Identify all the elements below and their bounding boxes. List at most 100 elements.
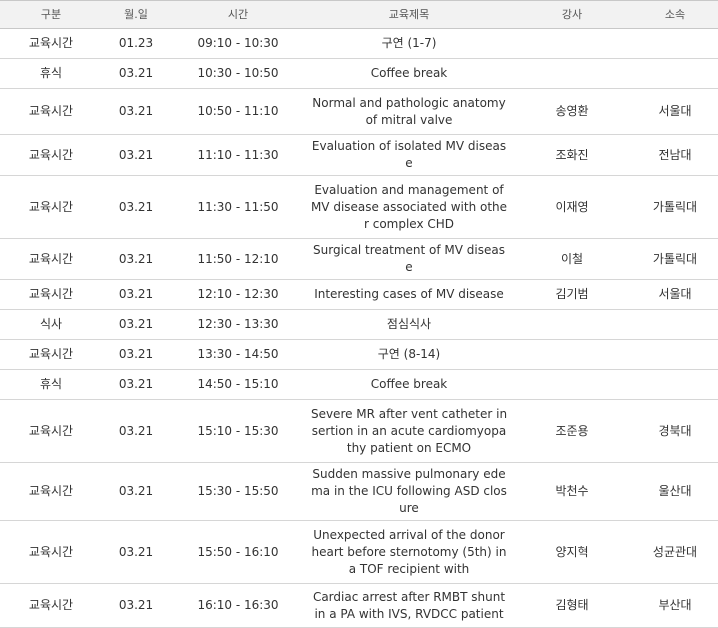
cell-time: 15:50 - 16:10 <box>170 520 306 584</box>
cell-title: Normal and pathologic anatomy of mitral … <box>306 88 512 135</box>
cell-date: 03.21 <box>102 238 170 280</box>
cell-category: 교육시간 <box>0 175 102 239</box>
cell-lecturer: 김기범 <box>512 279 632 310</box>
cell-affiliation <box>632 28 718 59</box>
header-affiliation: 소속 <box>632 0 718 29</box>
cell-category: 교육시간 <box>0 88 102 135</box>
cell-lecturer <box>512 58 632 89</box>
cell-category: 식사 <box>0 309 102 340</box>
cell-category: 휴식 <box>0 369 102 400</box>
cell-time: 11:50 - 12:10 <box>170 238 306 280</box>
cell-time: 16:10 - 16:30 <box>170 583 306 628</box>
cell-time: 12:10 - 12:30 <box>170 279 306 310</box>
cell-title: Cardiac arrest after RMBT shunt in a PA … <box>306 583 512 628</box>
cell-category: 교육시간 <box>0 583 102 628</box>
cell-category: 교육시간 <box>0 134 102 176</box>
cell-lecturer <box>512 339 632 370</box>
cell-title: Coffee break <box>306 58 512 89</box>
cell-time: 15:30 - 15:50 <box>170 462 306 521</box>
cell-affiliation: 전남대 <box>632 134 718 176</box>
cell-date: 03.21 <box>102 88 170 135</box>
cell-lecturer: 이철 <box>512 238 632 280</box>
cell-category: 교육시간 <box>0 462 102 521</box>
cell-title: 구연 (8-14) <box>306 339 512 370</box>
table-row: 교육시간 03.21 15:10 - 15:30 Severe MR after… <box>0 399 718 463</box>
cell-time: 10:50 - 11:10 <box>170 88 306 135</box>
cell-lecturer <box>512 369 632 400</box>
header-time: 시간 <box>170 0 306 29</box>
cell-lecturer: 이재영 <box>512 175 632 239</box>
table-row: 교육시간 03.21 15:30 - 15:50 Sudden massive … <box>0 462 718 521</box>
cell-lecturer <box>512 28 632 59</box>
table-row: 교육시간 03.21 16:10 - 16:30 Cardiac arrest … <box>0 583 718 628</box>
cell-affiliation <box>632 58 718 89</box>
cell-category: 교육시간 <box>0 28 102 59</box>
cell-category: 휴식 <box>0 58 102 89</box>
cell-title: Sudden massive pulmonary edema in the IC… <box>306 462 512 521</box>
cell-title: Evaluation and management of MV disease … <box>306 175 512 239</box>
cell-affiliation: 울산대 <box>632 462 718 521</box>
header-date: 월.일 <box>102 0 170 29</box>
table-row: 휴식 03.21 10:30 - 10:50 Coffee break <box>0 58 718 89</box>
schedule-table: 구분 월.일 시간 교육제목 강사 소속 교육시간 01.23 09:10 - … <box>0 0 718 628</box>
cell-date: 03.21 <box>102 583 170 628</box>
cell-affiliation: 서울대 <box>632 88 718 135</box>
cell-affiliation: 서울대 <box>632 279 718 310</box>
cell-title: 구연 (1-7) <box>306 28 512 59</box>
cell-category: 교육시간 <box>0 520 102 584</box>
table-row: 교육시간 03.21 10:50 - 11:10 Normal and path… <box>0 88 718 135</box>
cell-date: 01.23 <box>102 28 170 59</box>
cell-affiliation: 부산대 <box>632 583 718 628</box>
cell-date: 03.21 <box>102 279 170 310</box>
table-row: 교육시간 03.21 11:10 - 11:30 Evaluation of i… <box>0 134 718 176</box>
cell-date: 03.21 <box>102 520 170 584</box>
table-row: 식사 03.21 12:30 - 13:30 점심식사 <box>0 309 718 340</box>
table-row: 교육시간 03.21 12:10 - 12:30 Interesting cas… <box>0 279 718 310</box>
cell-date: 03.21 <box>102 399 170 463</box>
table-row: 휴식 03.21 14:50 - 15:10 Coffee break <box>0 369 718 400</box>
cell-category: 교육시간 <box>0 399 102 463</box>
cell-time: 09:10 - 10:30 <box>170 28 306 59</box>
cell-category: 교육시간 <box>0 279 102 310</box>
cell-lecturer: 조준용 <box>512 399 632 463</box>
cell-date: 03.21 <box>102 309 170 340</box>
cell-title: Evaluation of isolated MV disease <box>306 134 512 176</box>
cell-lecturer: 김형태 <box>512 583 632 628</box>
header-lecturer: 강사 <box>512 0 632 29</box>
table-row: 교육시간 03.21 13:30 - 14:50 구연 (8-14) <box>0 339 718 370</box>
cell-affiliation: 경북대 <box>632 399 718 463</box>
cell-affiliation: 가톨릭대 <box>632 175 718 239</box>
cell-date: 03.21 <box>102 462 170 521</box>
cell-time: 15:10 - 15:30 <box>170 399 306 463</box>
cell-affiliation <box>632 309 718 340</box>
cell-category: 교육시간 <box>0 339 102 370</box>
cell-affiliation <box>632 369 718 400</box>
cell-lecturer: 양지혁 <box>512 520 632 584</box>
cell-date: 03.21 <box>102 339 170 370</box>
cell-time: 10:30 - 10:50 <box>170 58 306 89</box>
cell-time: 12:30 - 13:30 <box>170 309 306 340</box>
table-row: 교육시간 03.21 11:30 - 11:50 Evaluation and … <box>0 175 718 239</box>
cell-title: Surgical treatment of MV disease <box>306 238 512 280</box>
cell-title: Coffee break <box>306 369 512 400</box>
cell-lecturer: 박천수 <box>512 462 632 521</box>
cell-title: 점심식사 <box>306 309 512 340</box>
cell-time: 14:50 - 15:10 <box>170 369 306 400</box>
cell-lecturer: 조화진 <box>512 134 632 176</box>
table-row: 교육시간 03.21 11:50 - 12:10 Surgical treatm… <box>0 238 718 280</box>
cell-category: 교육시간 <box>0 238 102 280</box>
cell-lecturer <box>512 309 632 340</box>
cell-affiliation: 가톨릭대 <box>632 238 718 280</box>
cell-date: 03.21 <box>102 58 170 89</box>
cell-title: Unexpected arrival of the donor heart be… <box>306 520 512 584</box>
cell-date: 03.21 <box>102 369 170 400</box>
cell-time: 11:30 - 11:50 <box>170 175 306 239</box>
table-row: 교육시간 03.21 15:50 - 16:10 Unexpected arri… <box>0 520 718 584</box>
cell-affiliation: 성균관대 <box>632 520 718 584</box>
table-row: 교육시간 01.23 09:10 - 10:30 구연 (1-7) <box>0 28 718 59</box>
cell-title: Interesting cases of MV disease <box>306 279 512 310</box>
cell-time: 11:10 - 11:30 <box>170 134 306 176</box>
cell-lecturer: 송영환 <box>512 88 632 135</box>
cell-affiliation <box>632 339 718 370</box>
cell-title: Severe MR after vent catheter insertion … <box>306 399 512 463</box>
